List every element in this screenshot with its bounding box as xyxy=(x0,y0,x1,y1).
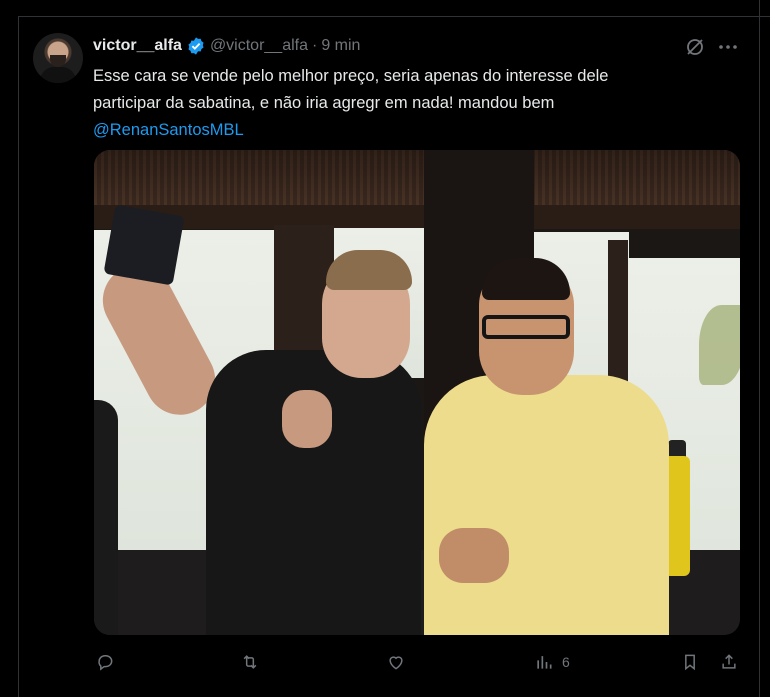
bookmark-icon xyxy=(685,654,695,671)
verified-badge-icon xyxy=(186,36,206,56)
share-button[interactable] xyxy=(719,650,739,674)
views-icon xyxy=(537,656,552,669)
video-beam xyxy=(94,205,740,229)
author-handle[interactable]: @victor__alfa xyxy=(210,37,308,55)
avatar-shirt xyxy=(40,67,76,83)
bookmark-button[interactable] xyxy=(680,650,700,674)
avatar-beard xyxy=(50,55,66,67)
video-person-hair xyxy=(326,250,412,290)
tweet-actions: 6 xyxy=(93,650,743,676)
video-glasses xyxy=(482,315,570,339)
tweet-video[interactable] xyxy=(94,150,740,635)
video-person-hand xyxy=(439,528,509,583)
retweet-icon xyxy=(243,655,257,669)
video-person-yellow-shirt xyxy=(424,375,669,635)
like-icon xyxy=(389,656,403,670)
tweet-text: Esse cara se vende pelo melhor preço, se… xyxy=(93,63,693,144)
video-phone xyxy=(103,204,185,286)
tweet-frame: victor__alfa @victor__alfa · 9 min Esse … xyxy=(0,0,770,697)
retweet-button[interactable] xyxy=(240,650,260,674)
tweet-header: victor__alfa @victor__alfa · 9 min xyxy=(93,35,360,57)
divider xyxy=(759,0,760,697)
more-icon[interactable] xyxy=(717,36,739,58)
tweet-time[interactable]: 9 min xyxy=(321,37,360,55)
share-icon xyxy=(722,654,736,669)
author-name[interactable]: victor__alfa xyxy=(93,37,182,55)
views-count: 6 xyxy=(562,654,570,670)
mention-link[interactable]: @RenanSantosMBL xyxy=(93,117,693,144)
reply-icon xyxy=(98,655,113,671)
tweet[interactable]: victor__alfa @victor__alfa · 9 min Esse … xyxy=(19,17,759,697)
video-ceiling-shade xyxy=(94,150,740,210)
video-person-edge xyxy=(94,400,118,635)
separator-dot: · xyxy=(312,37,318,54)
reply-button[interactable] xyxy=(95,650,115,674)
grok-icon[interactable] xyxy=(684,36,706,58)
like-button[interactable] xyxy=(386,650,406,674)
tweet-text-line: Esse cara se vende pelo melhor preço, se… xyxy=(93,67,609,85)
video-person-fist xyxy=(282,390,332,448)
tweet-text-line: participar da sabatina, e não iria agreg… xyxy=(93,94,555,112)
video-plant xyxy=(699,305,740,385)
avatar[interactable] xyxy=(33,33,83,83)
views-button[interactable]: 6 xyxy=(534,650,570,674)
